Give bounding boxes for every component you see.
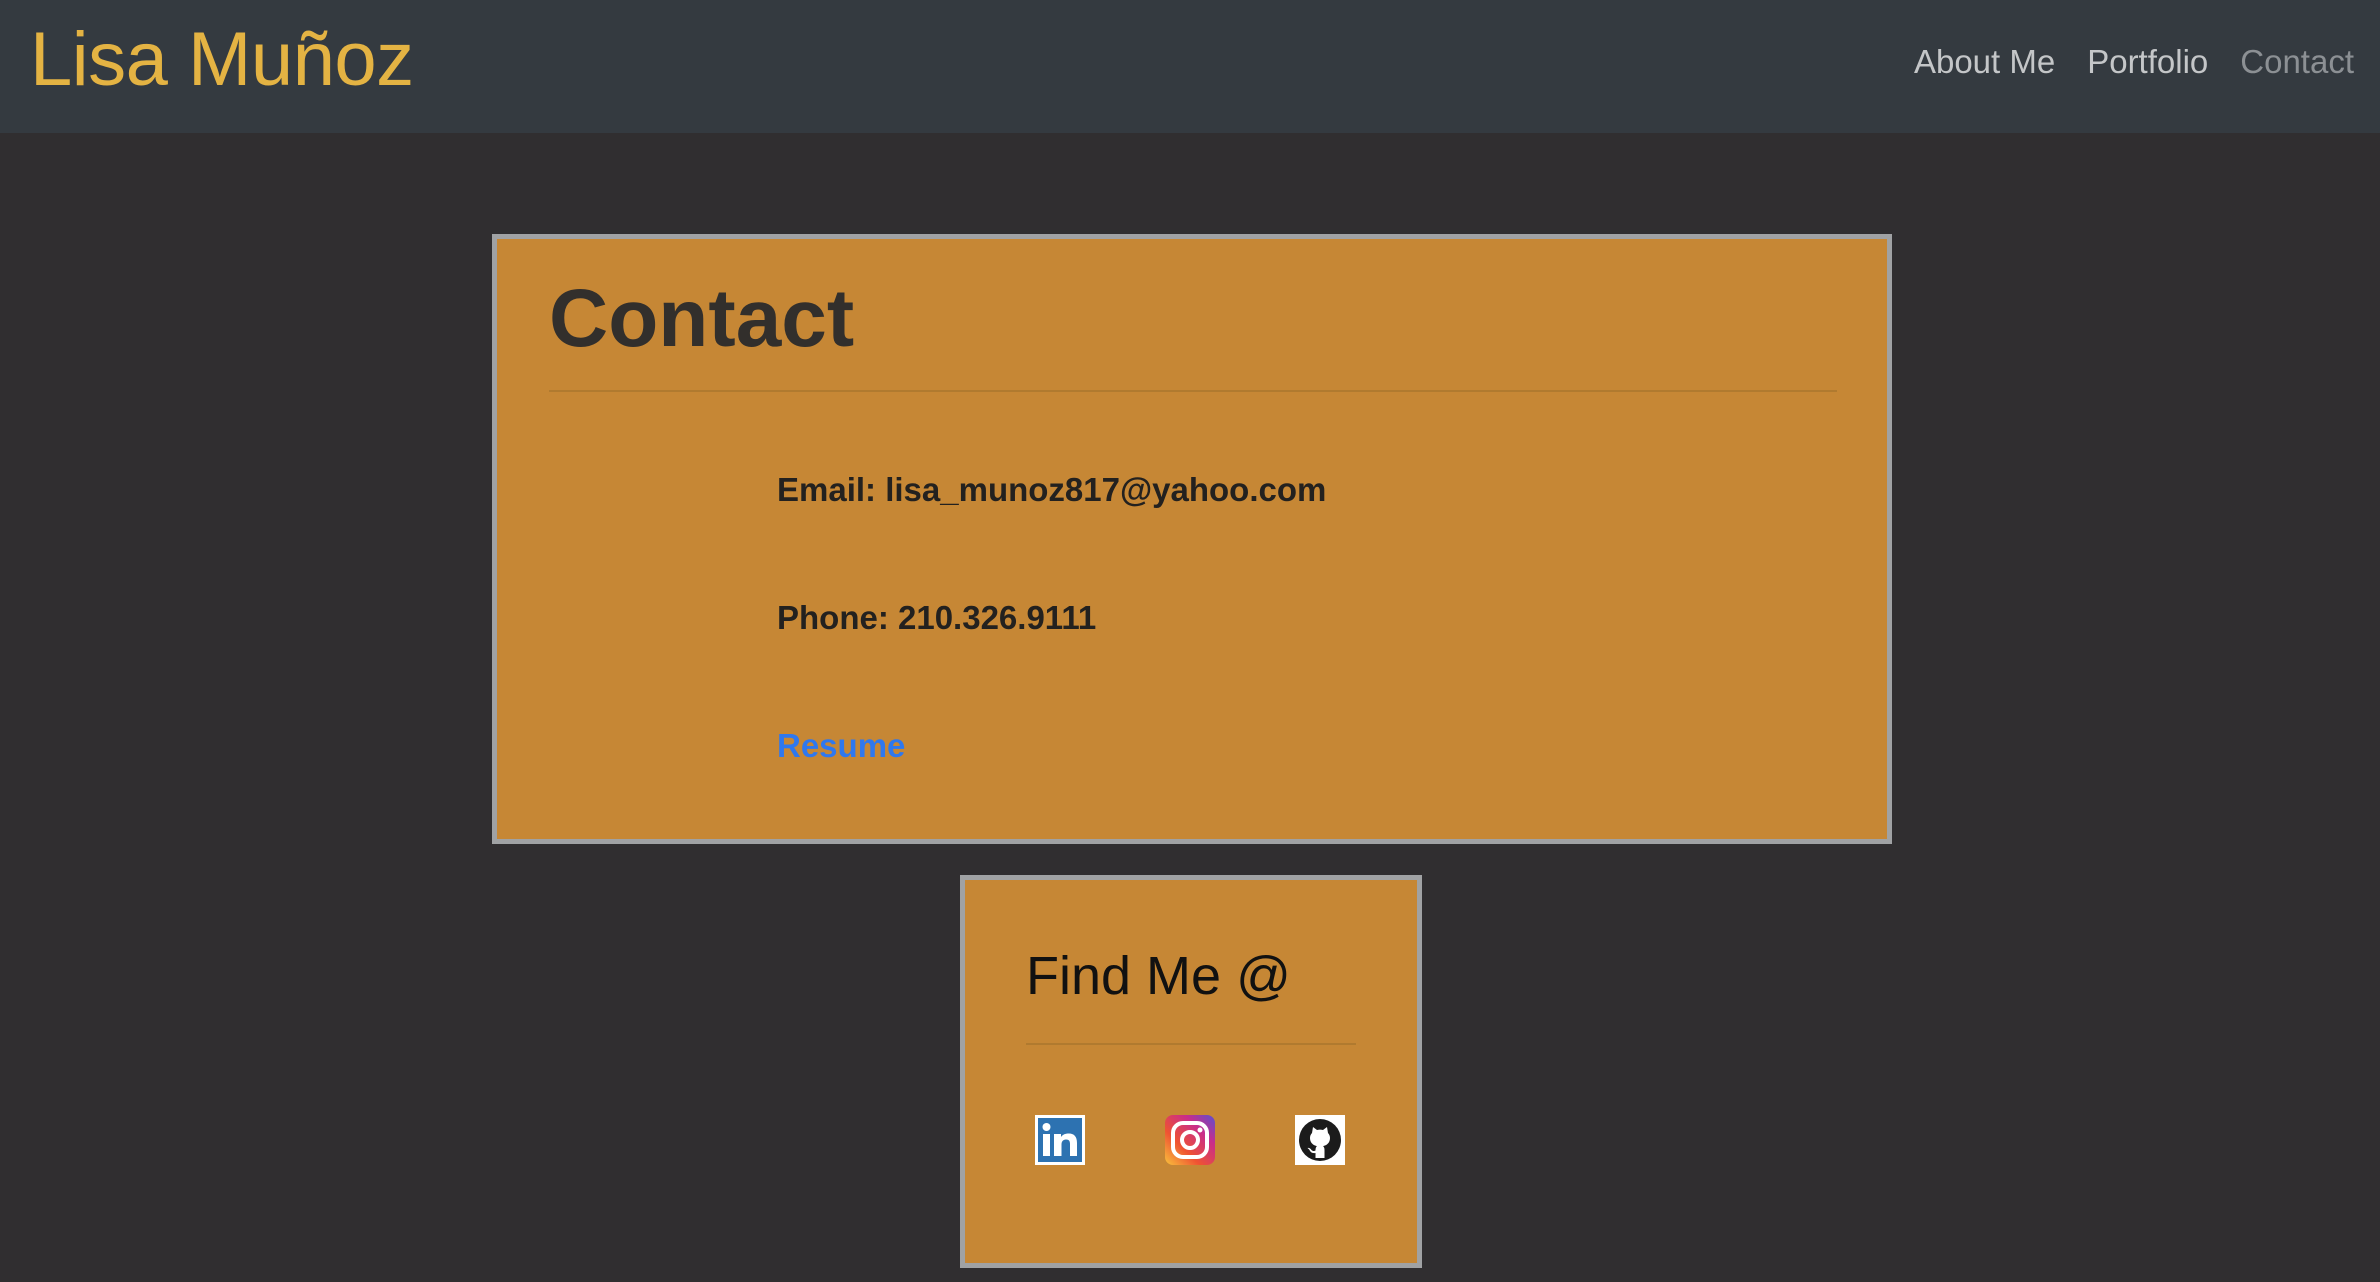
phone-text: Phone: 210.326.9111 — [777, 599, 1097, 636]
find-me-divider — [1026, 1043, 1356, 1045]
nav-link-about-me[interactable]: About Me — [1914, 38, 2055, 86]
contact-title: Contact — [549, 273, 855, 364]
nav-links: About Me Portfolio Contact — [1914, 38, 2354, 86]
navbar: Lisa Muñoz About Me Portfolio Contact — [0, 0, 2380, 133]
github-icon[interactable] — [1295, 1115, 1345, 1165]
instagram-icon[interactable] — [1165, 1115, 1215, 1165]
contact-divider — [549, 390, 1837, 392]
contact-card: Contact Email: lisa_munoz817@yahoo.com P… — [492, 234, 1892, 844]
brand-logo-text[interactable]: Lisa Muñoz — [30, 10, 414, 110]
linkedin-icon[interactable] — [1035, 1115, 1085, 1165]
email-text: Email: lisa_munoz817@yahoo.com — [777, 471, 1327, 508]
find-me-card: Find Me @ — [960, 875, 1422, 1268]
nav-link-contact[interactable]: Contact — [2240, 38, 2354, 86]
resume-link[interactable]: Resume — [777, 726, 905, 766]
find-me-title: Find Me @ — [1026, 946, 1291, 1006]
nav-link-portfolio[interactable]: Portfolio — [2087, 38, 2208, 86]
